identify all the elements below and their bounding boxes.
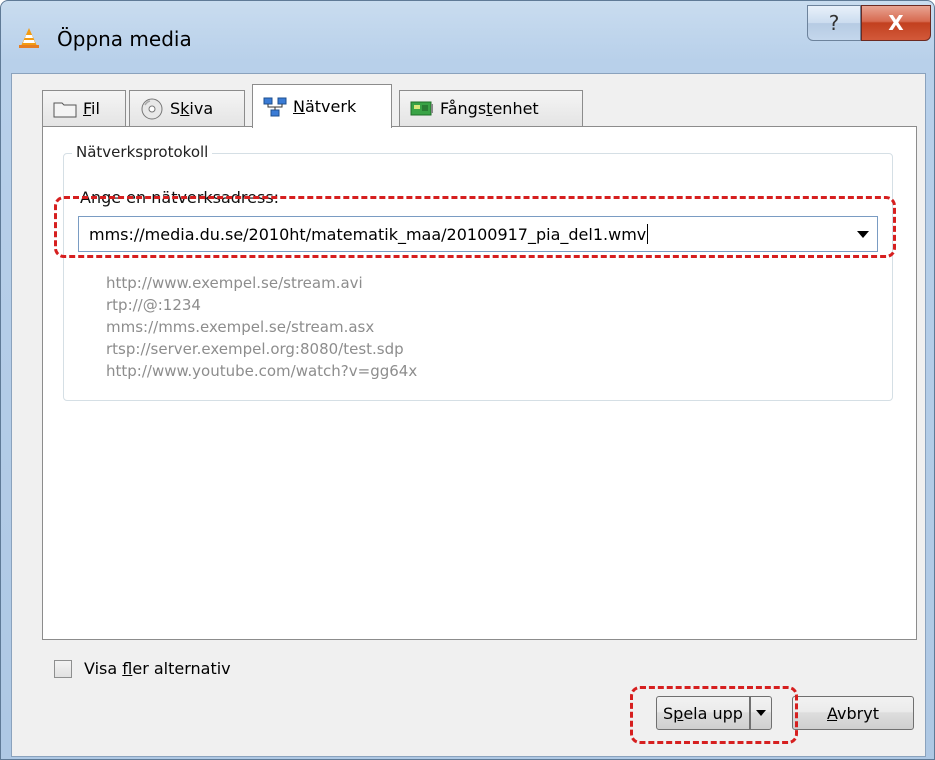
group-title: Nätverksprotokoll [72, 143, 213, 161]
tab-natverk[interactable]: Nätverk [252, 84, 392, 128]
chevron-down-icon [756, 710, 766, 716]
window-title: Öppna media [57, 27, 192, 51]
close-button[interactable]: X [861, 5, 931, 41]
network-address-combobox[interactable]: mms://media.du.se/2010ht/matematik_maa/2… [78, 216, 878, 252]
example-address: http://www.exempel.se/stream.avi [106, 274, 363, 292]
address-examples: http://www.exempel.se/stream.avi rtp://@… [106, 272, 417, 382]
text-caret [647, 224, 649, 244]
title-bar[interactable]: Öppna media ? X [1, 1, 934, 73]
network-tab-panel: Nätverksprotokoll Ange en nätverksadress… [42, 126, 917, 640]
tab-natverk-label: Nätverk [293, 97, 357, 116]
close-icon: X [888, 11, 904, 35]
play-button-label: Spela upp [663, 703, 743, 723]
network-protocol-group: Nätverksprotokoll Ange en nätverksadress… [63, 143, 893, 401]
tab-fangstenhet-label: Fångstenhet [440, 99, 539, 118]
tab-fangstenhet[interactable]: Fångstenhet [399, 90, 583, 126]
example-address: rtp://@:1234 [106, 296, 201, 314]
example-address: rtsp://server.exempel.org:8080/test.sdp [106, 340, 404, 358]
network-icon [263, 97, 287, 116]
address-label: Ange en nätverksadress: [80, 188, 280, 207]
network-address-input[interactable]: mms://media.du.se/2010ht/matematik_maa/2… [89, 225, 646, 244]
chevron-down-icon[interactable] [857, 231, 869, 238]
disc-icon [141, 98, 163, 119]
tab-skiva[interactable]: Skiva [129, 90, 245, 126]
folder-icon [53, 102, 77, 117]
dialog-client-area: Fil Skiva Nätverk Fångstenhet Nätverkspr… [11, 73, 926, 757]
example-address: http://www.youtube.com/watch?v=gg64x [106, 362, 418, 380]
example-address: mms://mms.exempel.se/stream.asx [106, 318, 375, 336]
help-button[interactable]: ? [807, 5, 861, 41]
show-more-options-label[interactable]: Visa fler alternativ [84, 659, 231, 678]
help-icon: ? [828, 11, 840, 35]
cancel-button-label: Avbryt [827, 703, 879, 723]
cancel-button[interactable]: Avbryt [792, 696, 914, 730]
open-media-window: Öppna media ? X Fil Skiva Nätverk Fångst… [0, 0, 935, 760]
tab-fil-label: Fil [83, 99, 100, 118]
vlc-cone-icon [19, 28, 39, 48]
capture-card-icon [410, 101, 433, 115]
play-button[interactable]: Spela upp [656, 696, 750, 730]
play-options-dropdown-button[interactable] [750, 696, 772, 730]
tab-fil[interactable]: Fil [42, 90, 126, 126]
tab-skiva-label: Skiva [170, 99, 214, 118]
show-more-options-checkbox[interactable] [54, 660, 72, 678]
